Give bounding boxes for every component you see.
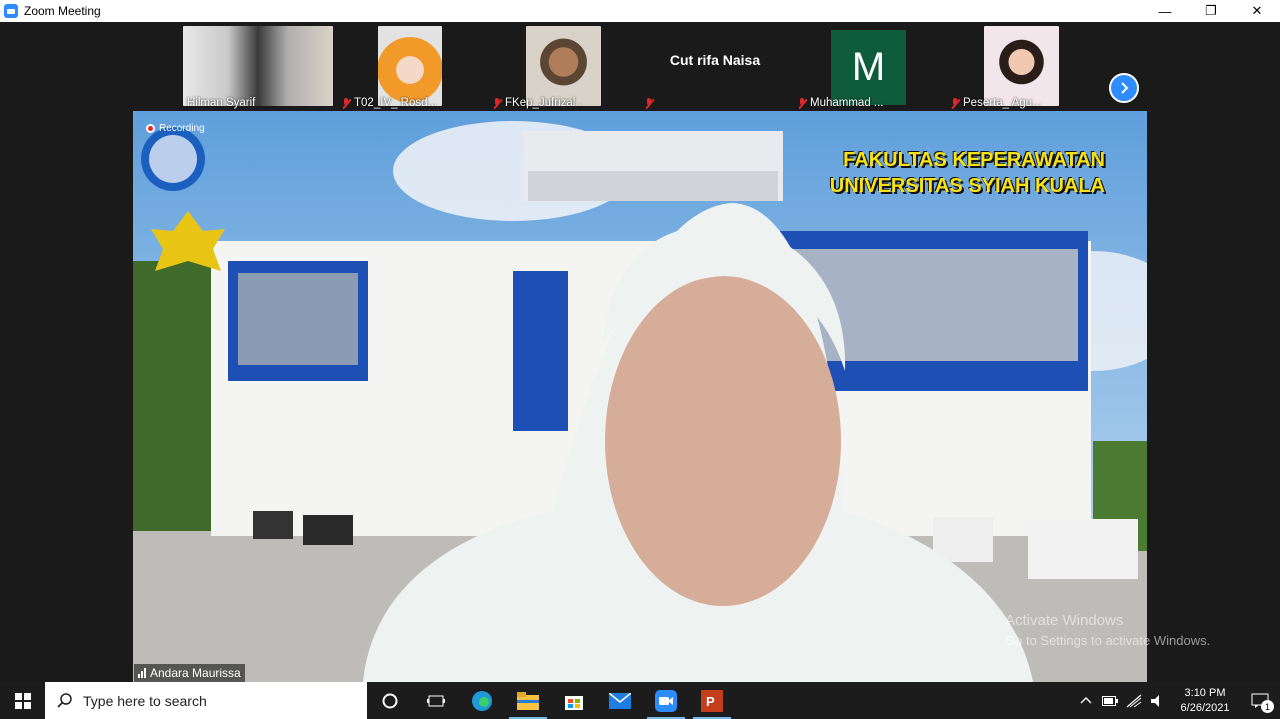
search-icon <box>57 692 72 708</box>
faculty-banner: FAKULTAS KEPERAWATAN UNIVERSITAS SYIAH K… <box>830 147 1105 199</box>
edge-icon <box>472 690 492 711</box>
signal-bars-icon <box>138 668 146 678</box>
participant-tile[interactable]: T02_IV_ Rosd... <box>337 24 487 110</box>
search-placeholder: Type here to search <box>83 692 207 709</box>
close-button[interactable]: ✕ <box>1234 0 1280 22</box>
clock-time: 3:10 PM <box>1184 686 1226 699</box>
muted-mic-icon <box>950 97 960 109</box>
window-title: Zoom Meeting <box>24 4 101 18</box>
mail-button[interactable] <box>597 682 643 719</box>
participant-tile[interactable]: Peserta_ Agu... <box>946 24 1096 110</box>
system-tray: 3:10 PM 6/26/2021 1 <box>1074 682 1280 719</box>
svg-text:P: P <box>706 694 715 709</box>
folder-icon <box>517 691 539 710</box>
file-explorer-button[interactable] <box>505 682 551 719</box>
battery-button[interactable] <box>1098 682 1122 719</box>
recording-indicator: Recording <box>146 123 205 134</box>
participant-video <box>526 26 601 106</box>
task-view-icon <box>427 695 445 706</box>
task-view-button[interactable] <box>413 682 459 719</box>
next-page-button[interactable] <box>1109 73 1139 103</box>
activate-windows-subtitle: Go to Settings to activate Windows. <box>1005 633 1211 648</box>
recording-label: Recording <box>159 123 205 134</box>
participant-name: Muhammad ... <box>810 97 884 109</box>
cortana-icon <box>382 693 398 708</box>
participant-name: Hilman Syarif <box>187 97 256 109</box>
zoom-taskbar-button[interactable] <box>643 682 689 719</box>
mail-icon <box>609 692 631 709</box>
volume-button[interactable] <box>1146 682 1170 719</box>
store-icon <box>565 695 583 710</box>
action-center-button[interactable]: 1 <box>1240 682 1280 719</box>
participant-name: Peserta_ Agu... <box>963 97 1042 109</box>
powerpoint-icon: P <box>701 689 723 712</box>
muted-mic-icon <box>341 97 351 109</box>
start-button[interactable] <box>0 682 45 719</box>
participant-tile[interactable]: M Muhammad ... <box>793 24 943 110</box>
participant-display-name: Cut rifa Naisa <box>669 52 761 68</box>
show-hidden-icons-button[interactable] <box>1074 682 1098 719</box>
participant-avatar: M <box>831 30 906 105</box>
muted-mic-icon <box>644 98 654 109</box>
zoom-app-icon <box>4 4 18 18</box>
edge-button[interactable] <box>459 682 505 719</box>
muted-mic-icon <box>797 97 807 109</box>
participant-video <box>984 26 1059 106</box>
activate-windows-title: Activate Windows <box>1005 612 1124 629</box>
zoom-icon <box>655 689 677 712</box>
recording-dot-icon <box>146 124 155 133</box>
active-speaker-video[interactable]: Recording FAKULTAS KEPERAWATAN UNIVERSIT… <box>133 111 1147 682</box>
title-bar: Zoom Meeting — ❐ ✕ <box>0 0 1280 22</box>
participant-name: T02_IV_ Rosd... <box>354 97 438 109</box>
speaker-icon <box>1151 694 1159 707</box>
participant-tile[interactable]: Cut rifa Naisa <box>640 24 790 110</box>
windows-taskbar: Type here to search P 3:10 PM 6/26/2021 … <box>0 682 1280 719</box>
participant-gallery-strip: Hilman Syarif T02_IV_ Rosd... FKep_Jufri… <box>0 22 1280 111</box>
banner-line-2: UNIVERSITAS SYIAH KUALA <box>829 175 1105 197</box>
restore-button[interactable]: ❐ <box>1188 0 1234 22</box>
speaker-name-tag: Andara Maurissa <box>134 664 245 682</box>
clock-date: 6/26/2021 <box>1180 701 1230 714</box>
speaker-name: Andara Maurissa <box>150 666 241 680</box>
taskbar-search-box[interactable]: Type here to search <box>45 682 367 719</box>
participant-video <box>378 26 442 106</box>
powerpoint-button[interactable]: P <box>689 682 735 719</box>
minimize-button[interactable]: — <box>1142 0 1188 22</box>
muted-mic-icon <box>492 97 502 109</box>
network-button[interactable] <box>1122 682 1146 719</box>
wifi-icon <box>1126 694 1142 707</box>
taskbar-clock[interactable]: 3:10 PM 6/26/2021 <box>1170 686 1240 716</box>
participant-video <box>183 26 333 106</box>
store-button[interactable] <box>551 682 597 719</box>
banner-line-1: FAKULTAS KEPERAWATAN <box>843 149 1105 171</box>
battery-icon <box>1102 695 1118 706</box>
windows-logo-icon <box>14 692 31 709</box>
chevron-up-icon <box>1080 696 1092 703</box>
notification-count-badge: 1 <box>1261 700 1274 713</box>
chevron-right-icon <box>1121 82 1129 94</box>
participant-tile[interactable]: FKep_Jufrizal . <box>488 24 638 110</box>
participant-tile[interactable]: Hilman Syarif <box>183 24 333 110</box>
participant-name: FKep_Jufrizal . <box>505 97 582 109</box>
cortana-button[interactable] <box>367 682 413 719</box>
